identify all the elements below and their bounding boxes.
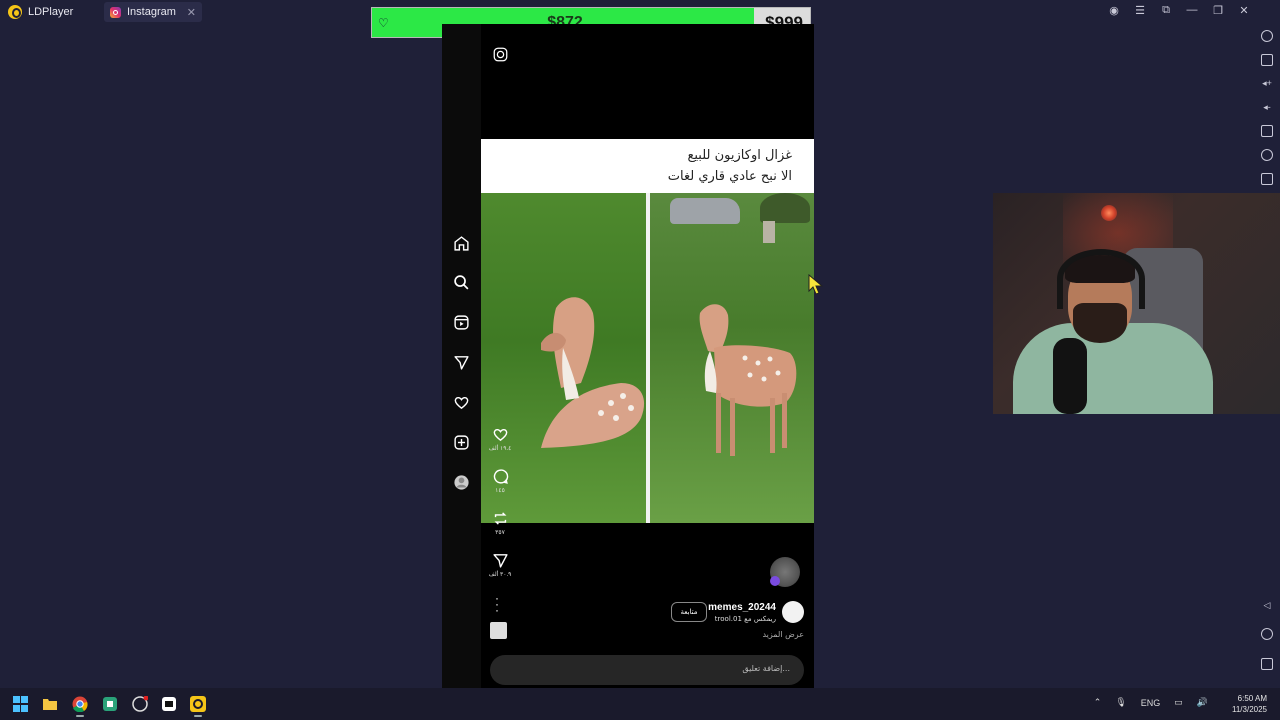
like-heart-icon[interactable] (492, 426, 509, 443)
file-explorer-icon[interactable] (42, 696, 58, 712)
home-icon[interactable] (1261, 628, 1273, 640)
phone-screen: غزال اوكازيون للبيع الا نبح عادي قاري لغ… (442, 24, 814, 688)
menu-icon[interactable]: ☰ (1134, 4, 1146, 17)
restore-icon[interactable]: ❐ (1212, 4, 1224, 17)
background-lamp (1101, 205, 1117, 221)
capcut-icon[interactable] (161, 696, 177, 712)
headset (1057, 249, 1145, 309)
streamer-webcam (993, 193, 1280, 414)
comment-count: ١٤٥ (495, 488, 505, 494)
settings-icon[interactable] (1261, 30, 1273, 42)
caption-line-2: الا نبح عادي قاري لغات (667, 169, 792, 184)
instagram-nav-rail (442, 24, 481, 688)
car-image (670, 198, 740, 224)
audio-attribution[interactable]: trool.01 ريمكس مع (715, 615, 776, 623)
comment-input[interactable]: إضافة تعليق... (490, 655, 804, 685)
instagram-logo-icon (110, 6, 121, 18)
taskbar-clock[interactable]: 6:50 AM 11/3/2025 (1232, 693, 1267, 715)
notifications-heart-icon[interactable] (453, 394, 470, 411)
search-icon[interactable] (453, 274, 470, 291)
see-more-link[interactable]: عرض المزيد (762, 630, 804, 639)
repost-action[interactable]: ٣٥٧ (486, 510, 514, 536)
share-send-icon[interactable] (492, 552, 509, 569)
tab-ldplayer[interactable]: LDPlayer (8, 2, 98, 22)
display-icon[interactable]: ▭ (1174, 697, 1183, 708)
volume-down-icon[interactable]: ◂- (1261, 101, 1273, 113)
windows-start-icon[interactable] (13, 696, 29, 712)
tree-trunk-image (763, 221, 775, 243)
obs-icon[interactable] (132, 695, 149, 712)
video-panel-right (650, 193, 814, 523)
recents-icon[interactable] (1261, 658, 1273, 670)
comment-action[interactable]: ١٤٥ (486, 468, 514, 494)
system-tray: ⌃ 🎙 ENG ▭ 🔊 (1094, 697, 1208, 708)
comment-bubble-icon[interactable] (492, 468, 509, 485)
tab-instagram[interactable]: Instagram ✕ (104, 2, 202, 22)
follow-button[interactable]: متابعة (671, 602, 707, 622)
share-action[interactable]: ٣٠.٩ ألف (486, 552, 514, 578)
create-post-icon[interactable] (453, 434, 470, 451)
share-count: ٣٠.٩ ألف (488, 572, 512, 578)
reel-video[interactable] (481, 193, 814, 523)
like-count: ١٩.٤ ألف (488, 446, 512, 452)
camera-icon[interactable] (493, 47, 508, 62)
deer-dog-lying-image (521, 288, 646, 453)
tray-overflow-icon[interactable]: ⌃ (1094, 697, 1102, 708)
tab-instagram-label: Instagram (127, 6, 176, 18)
comment-placeholder: إضافة تعليق... (742, 664, 790, 673)
close-window-icon[interactable]: ✕ (1238, 4, 1250, 17)
keyboard-icon[interactable] (1261, 54, 1273, 66)
account-icon[interactable]: ◉ (1108, 4, 1120, 17)
back-icon[interactable]: ◁ (1261, 599, 1273, 611)
tab-ldplayer-label: LDPlayer (28, 6, 74, 18)
verified-badge-icon (770, 576, 780, 586)
reel-author-row: متابعة memes_20244 trool.01 ريمكس مع (481, 600, 814, 630)
close-tab-icon[interactable]: ✕ (187, 6, 196, 19)
home-nav-icon[interactable] (453, 235, 470, 252)
like-action[interactable]: ١٩.٤ ألف (486, 426, 514, 452)
direct-message-icon[interactable] (453, 354, 470, 371)
mouse-cursor-icon (808, 273, 824, 296)
deer-dog-standing-image (690, 293, 810, 478)
microphone (1053, 338, 1087, 414)
clock-date: 11/3/2025 (1232, 705, 1267, 714)
video-caption-banner: غزال اوكازيون للبيع الا نبح عادي قاري لغ… (481, 139, 814, 193)
repost-icon[interactable] (492, 510, 509, 527)
streamer-beard (1073, 303, 1127, 343)
screenshot-icon[interactable] (1261, 125, 1273, 137)
clock-time: 6:50 AM (1237, 694, 1267, 703)
more-tools-icon[interactable] (1261, 173, 1273, 185)
ldplayer-logo-icon (8, 5, 22, 19)
ldplayer-taskbar-icon[interactable] (190, 696, 206, 717)
input-language[interactable]: ENG (1141, 698, 1161, 708)
repost-count: ٣٥٧ (495, 530, 505, 536)
windows-taskbar: ⌃ 🎙 ENG ▭ 🔊 6:50 AM 11/3/2025 (0, 688, 1280, 720)
profile-avatar-icon[interactable] (453, 474, 470, 491)
microphone-icon[interactable]: 🎙 (1115, 697, 1126, 708)
minimize-icon[interactable]: — (1186, 4, 1198, 17)
speaker-icon[interactable]: 🔊 (1197, 697, 1208, 708)
author-avatar[interactable] (782, 601, 804, 623)
app-store-icon[interactable] (102, 696, 118, 712)
tree-image (760, 193, 810, 223)
popout-icon[interactable]: ⧉ (1160, 4, 1172, 17)
chrome-icon[interactable] (72, 696, 88, 717)
reels-icon[interactable] (453, 314, 470, 331)
record-icon[interactable] (1261, 149, 1273, 161)
window-controls: ◉ ☰ ⧉ — ❐ ✕ (1108, 4, 1250, 17)
author-username[interactable]: memes_20244 (708, 602, 776, 613)
volume-up-icon[interactable]: ◂+ (1261, 77, 1273, 89)
reel-view[interactable]: غزال اوكازيون للبيع الا نبح عادي قاري لغ… (481, 24, 814, 688)
caption-line-1: غزال اوكازيون للبيع (687, 148, 792, 163)
